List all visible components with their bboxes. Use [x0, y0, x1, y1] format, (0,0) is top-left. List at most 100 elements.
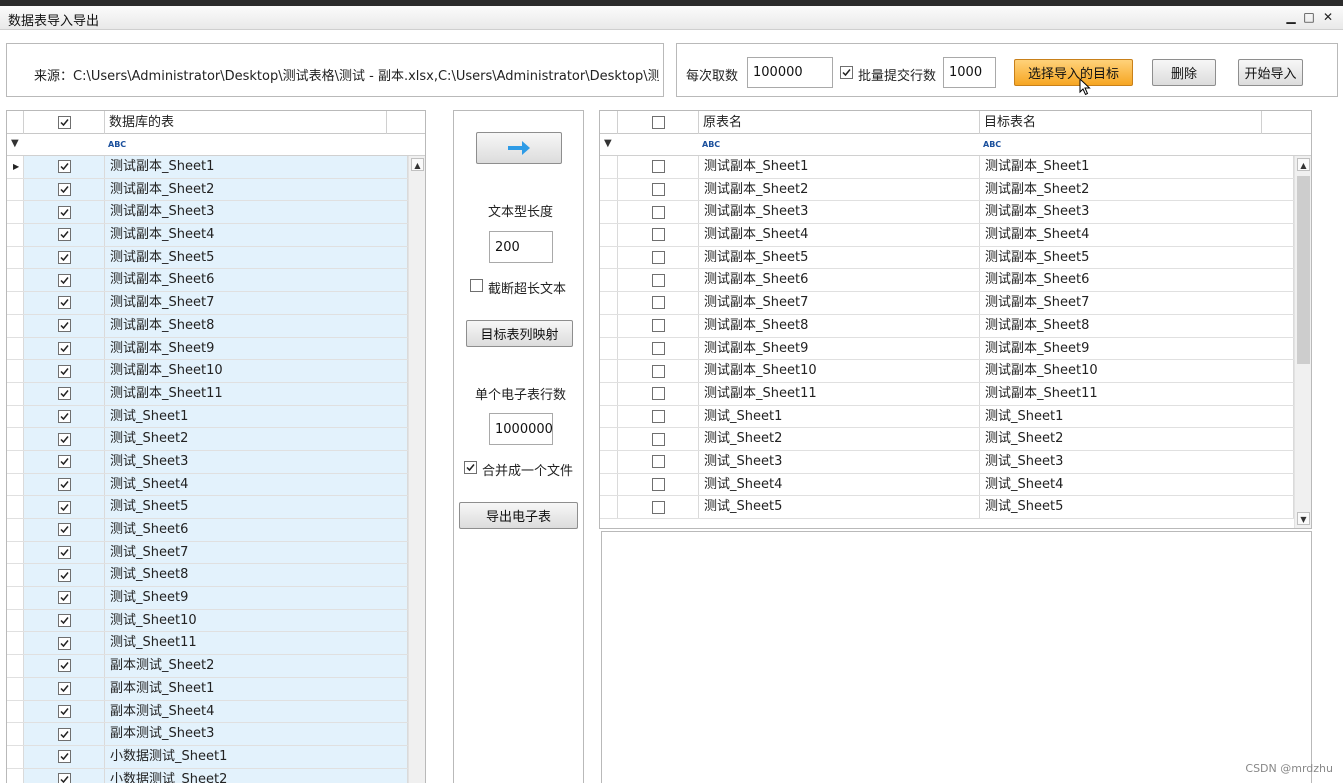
source-name-cell[interactable]: 测试副本_Sheet6 — [699, 269, 980, 292]
truncate-checkbox[interactable] — [470, 279, 483, 292]
scroll-up-icon[interactable]: ▲ — [411, 158, 424, 171]
source-name-cell[interactable]: 测试_Sheet5 — [699, 496, 980, 518]
source-name-cell[interactable]: 测试副本_Sheet5 — [699, 246, 980, 269]
table-row[interactable]: 副本测试_Sheet2 — [7, 655, 425, 678]
table-row[interactable]: 测试_Sheet8 — [7, 564, 425, 588]
close-icon[interactable]: ✕ — [1320, 9, 1336, 25]
row-checkbox[interactable] — [651, 409, 665, 423]
table-row[interactable]: 副本测试_Sheet3 — [7, 723, 425, 746]
table-row[interactable]: 测试_Sheet2 — [7, 428, 425, 451]
target-name-cell[interactable]: 测试副本_Sheet1 — [980, 156, 1294, 178]
row-checkbox[interactable] — [57, 319, 71, 333]
batch-input[interactable]: 1000 — [943, 57, 996, 88]
table-row[interactable]: 测试_Sheet11 — [7, 632, 425, 656]
table-name-cell[interactable]: 测试_Sheet7 — [105, 541, 408, 564]
table-name-cell[interactable]: 小数据测试_Sheet2 — [105, 768, 408, 783]
row-checkbox[interactable] — [57, 636, 71, 650]
table-row[interactable]: 测试副本_Sheet7 测试副本_Sheet7 — [600, 292, 1311, 315]
table-row[interactable]: 测试副本_Sheet5 — [7, 246, 425, 270]
rows-per-sheet-input[interactable]: 1000000 — [489, 413, 553, 445]
target-name-cell[interactable]: 测试副本_Sheet7 — [980, 292, 1294, 314]
row-checkbox[interactable] — [57, 523, 71, 537]
row-checkbox[interactable] — [651, 477, 665, 491]
row-checkbox[interactable] — [57, 296, 71, 310]
source-name-cell[interactable]: 测试_Sheet3 — [699, 450, 980, 473]
table-name-cell[interactable]: 副本测试_Sheet3 — [105, 723, 408, 745]
column-header-source[interactable]: 原表名 — [699, 111, 980, 134]
source-name-cell[interactable]: 测试_Sheet1 — [699, 405, 980, 428]
table-row[interactable]: 测试副本_Sheet5 测试副本_Sheet5 — [600, 246, 1311, 270]
select-all-checkbox[interactable] — [651, 116, 665, 129]
table-row[interactable]: 测试副本_Sheet7 — [7, 292, 425, 315]
table-row[interactable]: 测试_Sheet4 测试_Sheet4 — [600, 473, 1311, 497]
table-row[interactable]: 测试_Sheet5 测试_Sheet5 — [600, 496, 1311, 519]
table-name-cell[interactable]: 测试_Sheet5 — [105, 496, 408, 518]
target-name-cell[interactable]: 测试副本_Sheet4 — [980, 224, 1294, 246]
source-name-cell[interactable]: 测试副本_Sheet7 — [699, 292, 980, 314]
row-checkbox[interactable] — [57, 273, 71, 287]
table-row[interactable]: 小数据测试_Sheet1 — [7, 745, 425, 769]
table-row[interactable]: 副本测试_Sheet4 — [7, 700, 425, 724]
row-checkbox[interactable] — [651, 251, 665, 265]
column-header-table[interactable]: 数据库的表 — [105, 111, 387, 134]
table-name-cell[interactable]: 测试副本_Sheet1 — [105, 156, 408, 178]
source-name-cell[interactable]: 测试副本_Sheet3 — [699, 201, 980, 224]
table-name-cell[interactable]: 测试副本_Sheet4 — [105, 224, 408, 246]
column-header-target[interactable]: 目标表名 — [980, 111, 1262, 134]
target-name-cell[interactable]: 测试副本_Sheet3 — [980, 201, 1294, 224]
row-checkbox[interactable] — [651, 500, 665, 514]
table-row[interactable]: 测试_Sheet6 — [7, 519, 425, 542]
row-checkbox[interactable] — [651, 160, 665, 174]
table-name-cell[interactable]: 测试_Sheet2 — [105, 428, 408, 450]
source-name-cell[interactable]: 测试副本_Sheet9 — [699, 337, 980, 360]
row-checkbox[interactable] — [57, 432, 71, 446]
row-checkbox[interactable] — [57, 682, 71, 696]
text-filter-icon[interactable]: ABC — [702, 140, 720, 149]
row-checkbox[interactable] — [57, 364, 71, 378]
row-checkbox[interactable] — [651, 296, 665, 310]
target-name-cell[interactable]: 测试副本_Sheet10 — [980, 360, 1294, 382]
table-name-cell[interactable]: 测试_Sheet4 — [105, 473, 408, 496]
table-name-cell[interactable]: 测试_Sheet11 — [105, 632, 408, 655]
row-checkbox[interactable] — [57, 477, 71, 491]
table-name-cell[interactable]: 小数据测试_Sheet1 — [105, 745, 408, 768]
table-row[interactable]: 测试副本_Sheet3 测试副本_Sheet3 — [600, 201, 1311, 225]
table-name-cell[interactable]: 副本测试_Sheet4 — [105, 700, 408, 723]
delete-button[interactable]: 删除 — [1152, 59, 1216, 86]
row-checkbox[interactable] — [57, 183, 71, 197]
table-row[interactable]: 副本测试_Sheet1 — [7, 677, 425, 701]
row-checkbox[interactable] — [57, 568, 71, 582]
row-checkbox[interactable] — [57, 727, 71, 741]
target-name-cell[interactable]: 测试_Sheet4 — [980, 473, 1294, 496]
table-name-cell[interactable]: 测试_Sheet8 — [105, 564, 408, 587]
target-name-cell[interactable]: 测试副本_Sheet11 — [980, 382, 1294, 405]
row-checkbox[interactable] — [57, 772, 71, 783]
table-row[interactable]: 测试副本_Sheet4 — [7, 224, 425, 247]
source-name-cell[interactable]: 测试副本_Sheet2 — [699, 178, 980, 201]
export-sheet-button[interactable]: 导出电子表 — [459, 502, 578, 529]
source-name-cell[interactable]: 测试副本_Sheet8 — [699, 314, 980, 337]
text-filter-icon[interactable]: ABC — [983, 140, 1001, 149]
table-name-cell[interactable]: 测试_Sheet3 — [105, 450, 408, 473]
row-checkbox[interactable] — [651, 228, 665, 242]
target-name-cell[interactable]: 测试副本_Sheet9 — [980, 337, 1294, 360]
source-name-cell[interactable]: 测试副本_Sheet10 — [699, 360, 980, 382]
table-row[interactable]: 小数据测试_Sheet2 — [7, 768, 425, 783]
row-checkbox[interactable] — [57, 387, 71, 401]
row-checkbox[interactable] — [651, 319, 665, 333]
table-row[interactable]: 测试副本_Sheet3 — [7, 201, 425, 225]
text-filter-icon[interactable]: ABC — [108, 140, 126, 149]
row-checkbox[interactable] — [57, 614, 71, 628]
table-row[interactable]: 测试_Sheet4 — [7, 473, 425, 497]
table-row[interactable]: 测试_Sheet3 测试_Sheet3 — [600, 450, 1311, 474]
filter-icon[interactable]: ▼ — [11, 138, 19, 149]
row-checkbox[interactable] — [57, 160, 71, 174]
target-name-cell[interactable]: 测试_Sheet1 — [980, 405, 1294, 428]
row-checkbox[interactable] — [57, 659, 71, 673]
table-row[interactable]: 测试副本_Sheet10 — [7, 360, 425, 383]
table-row[interactable]: 测试_Sheet9 — [7, 587, 425, 610]
row-checkbox[interactable] — [651, 183, 665, 197]
transfer-button[interactable] — [476, 132, 562, 164]
batch-checkbox[interactable] — [840, 66, 853, 79]
table-name-cell[interactable]: 测试副本_Sheet3 — [105, 201, 408, 224]
